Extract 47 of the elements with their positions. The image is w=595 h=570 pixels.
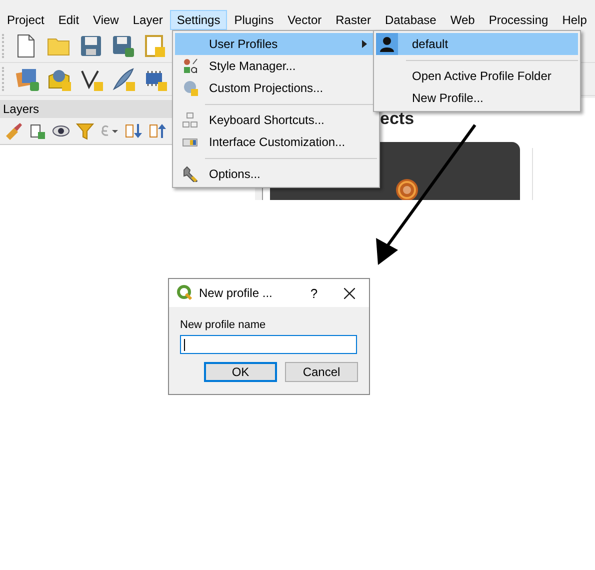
field-label: New profile name [180, 319, 267, 331]
qgis-logo-icon [177, 285, 193, 301]
user-silhouette-icon [380, 36, 394, 52]
menu-title[interactable]: Help [555, 10, 594, 30]
menu-title[interactable]: Vector [280, 10, 329, 30]
layers-add-icon[interactable] [15, 67, 39, 91]
menu-title[interactable]: Processing [482, 10, 556, 30]
submenu-arrow-icon [362, 40, 367, 48]
globe-box-icon[interactable] [47, 67, 71, 91]
menu-title[interactable]: Raster [328, 10, 378, 30]
save-as-icon[interactable] [111, 34, 135, 58]
menu-item[interactable]: Keyboard Shortcuts... [175, 109, 377, 131]
ok-button[interactable]: OK [204, 362, 277, 382]
move-down-icon[interactable] [124, 122, 142, 140]
menu-title[interactable]: Plugins [227, 10, 281, 30]
menu-title[interactable]: Settings [170, 10, 228, 30]
help-button[interactable]: ? [299, 286, 329, 300]
cancel-button[interactable]: Cancel [285, 362, 358, 382]
feather-icon[interactable] [111, 67, 135, 91]
panel-title: Layers [3, 102, 40, 116]
close-icon [344, 288, 354, 298]
move-up-icon[interactable] [148, 122, 166, 140]
menu-item[interactable]: Options... [175, 163, 377, 185]
menu-item[interactable]: Style Manager... [175, 55, 377, 77]
target-circle-icon [395, 178, 419, 200]
menu-item[interactable]: Interface Customization... [175, 131, 377, 153]
menu-item[interactable]: New Profile... [376, 87, 578, 109]
page-heading: ects [380, 109, 414, 129]
menu-title[interactable]: Web [443, 10, 482, 30]
wrench-icon [182, 166, 198, 182]
menu-title[interactable]: View [86, 10, 126, 30]
menu-title[interactable]: Project [0, 10, 52, 30]
menu-title[interactable]: Edit [51, 10, 86, 30]
save-icon[interactable] [79, 34, 103, 58]
copy-layer-icon[interactable] [28, 122, 46, 140]
style-icon [182, 58, 198, 74]
menu-item[interactable]: Open Active Profile Folder [376, 65, 578, 87]
dialog-title: New profile ... [199, 286, 272, 300]
profile-name-input[interactable] [180, 335, 357, 354]
menu-title[interactable]: Layer [126, 10, 170, 30]
menu-item[interactable]: Custom Projections... [175, 77, 377, 99]
filter-icon[interactable] [76, 122, 94, 140]
globe-icon [182, 80, 198, 96]
menu-title[interactable]: Database [378, 10, 444, 30]
shortcut-boxes-icon [182, 112, 198, 128]
brush-icon[interactable] [4, 122, 22, 140]
menu-item[interactable]: default [376, 33, 578, 55]
